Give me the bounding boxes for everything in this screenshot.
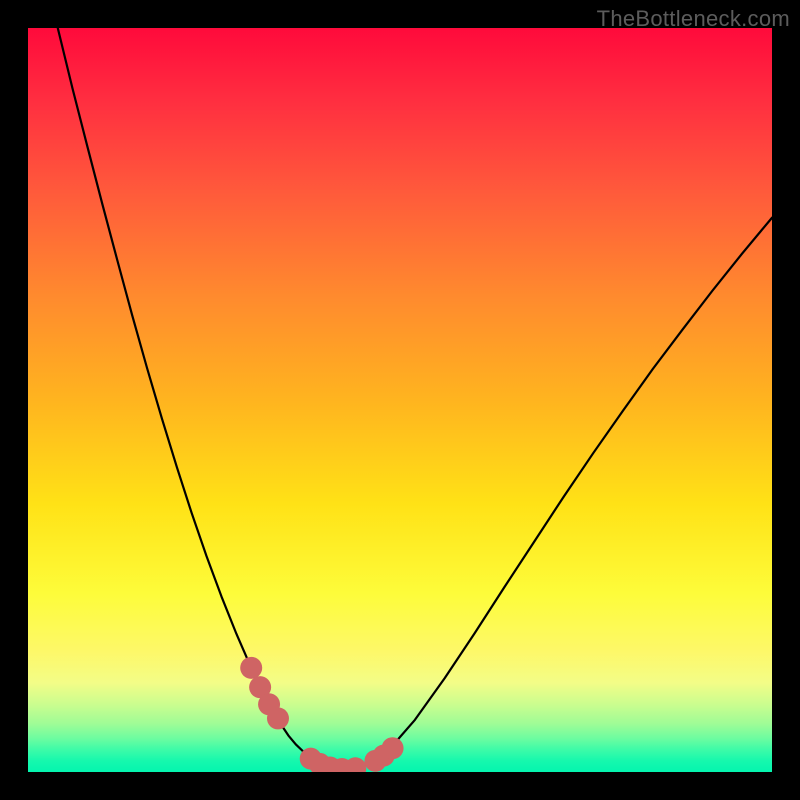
marker-dot xyxy=(344,757,366,772)
marker-dot xyxy=(382,737,404,759)
chart-container: TheBottleneck.com xyxy=(0,0,800,800)
marker-dot xyxy=(267,707,289,729)
bottleneck-curve xyxy=(58,28,772,769)
marker-dot xyxy=(240,657,262,679)
chart-svg xyxy=(28,28,772,772)
highlight-markers xyxy=(240,657,403,772)
plot-area xyxy=(28,28,772,772)
